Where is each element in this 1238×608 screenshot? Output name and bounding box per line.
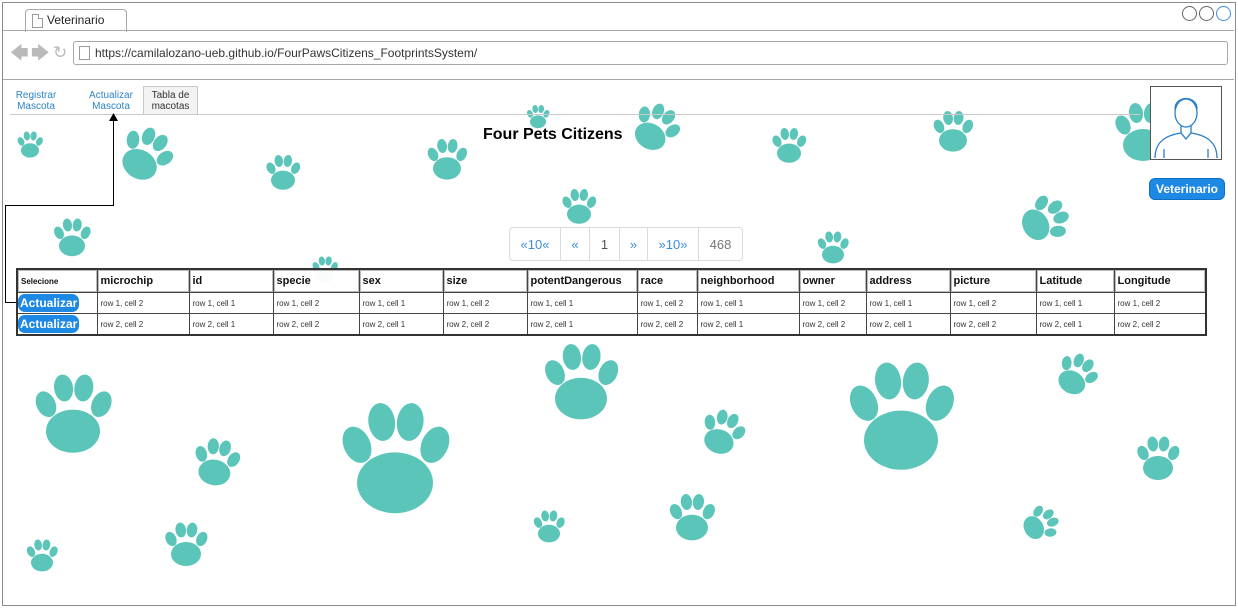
window-close-icon[interactable] [1216,6,1231,21]
connector-line [113,120,114,206]
pets-table: Selecione microchip id specie sex size p… [16,268,1207,336]
connector-line [5,205,6,303]
table-cell: row 2, cell 1 [526,313,638,336]
column-header: potentDangerous [526,268,638,293]
page-title: Four Pets Citizens [483,126,623,143]
table-cell: row 2, cell 1 [865,313,951,336]
connector-arrowhead-icon [109,113,118,121]
tab-tabla-macotas[interactable]: Tabla de macotas [143,86,198,114]
column-header: Selecione [16,268,98,293]
forward-arrow-icon[interactable]: 🡆 [31,44,50,62]
table-cell: row 2, cell 2 [636,313,698,336]
tab-actualizar-mascota[interactable]: Actualizar Mascota [85,90,137,114]
tabs-divider [10,114,1140,115]
tab-label-line2: macotas [151,101,190,112]
column-header: id [188,268,274,293]
action-cell: Actualizar [16,313,98,336]
avatar [1150,86,1222,160]
table-cell: row 1, cell 2 [272,292,360,314]
column-header: owner [798,268,867,293]
user-role-button[interactable]: Veterinario [1149,178,1225,200]
table-cell: row 1, cell 2 [96,292,190,314]
table-cell: row 1, cell 1 [696,292,800,314]
browser-tab-title: Veterinario [47,13,105,27]
user-avatar-icon [1154,97,1218,159]
page-icon [79,46,90,60]
column-header: microchip [96,268,190,293]
table-cell: row 1, cell 2 [1113,292,1207,314]
column-header: race [636,268,698,293]
url-text: https://camilalozano-ueb.github.io/FourP… [95,46,478,60]
page-prev-button[interactable]: « [561,228,590,260]
connector-line [5,205,114,206]
column-header: specie [272,268,360,293]
table-cell: row 1, cell 2 [442,292,528,314]
tab-registrar-mascota[interactable]: Registrar Mascota [12,90,60,114]
page-next-button[interactable]: » [620,228,648,260]
table-cell: row 2, cell 2 [798,313,867,336]
table-cell: row 2, cell 2 [272,313,360,336]
pagination: «10« « 1 » »10» 468 [509,227,743,261]
table-cell: row 2, cell 2 [96,313,190,336]
table-cell: row 1, cell 2 [949,292,1037,314]
browser-tab[interactable]: Veterinario [25,9,127,32]
page-forward-10-button[interactable]: »10» [648,228,699,260]
table-cell: row 1, cell 1 [188,292,274,314]
tab-label-line1: Actualizar [89,90,133,101]
page-icon [32,14,43,28]
table-cell: row 2, cell 1 [696,313,800,336]
reload-icon[interactable]: ↻ [53,44,67,62]
column-header: neighborhood [696,268,800,293]
tab-label-line2: Mascota [17,101,55,112]
tab-label-line2: Mascota [92,101,130,112]
table-cell: row 2, cell 1 [188,313,274,336]
page-current[interactable]: 1 [590,228,620,260]
table-cell: row 2, cell 2 [949,313,1037,336]
table-cell: row 2, cell 1 [358,313,444,336]
table-row: Actualizar row 2, cell 2 row 2, cell 1 r… [16,313,1207,336]
column-header: size [442,268,528,293]
column-header: Longitude [1113,268,1207,293]
table-cell: row 1, cell 1 [865,292,951,314]
toolbar-divider [3,79,1234,80]
table-row: Actualizar row 1, cell 2 row 1, cell 1 r… [16,292,1207,314]
tab-label-line1: Tabla de [151,90,190,101]
page-back-10-button[interactable]: «10« [510,228,561,260]
actualizar-button[interactable]: Actualizar [18,315,80,333]
table-cell: row 1, cell 1 [526,292,638,314]
table-cell: row 2, cell 2 [442,313,528,336]
window-minimize-icon[interactable] [1182,6,1197,21]
column-header: address [865,268,951,293]
action-cell: Actualizar [16,292,98,314]
actualizar-button[interactable]: Actualizar [18,294,80,312]
column-header: sex [358,268,444,293]
table-cell: row 1, cell 2 [636,292,698,314]
table-cell: row 1, cell 1 [1035,292,1115,314]
column-header: picture [949,268,1037,293]
table-cell: row 1, cell 1 [358,292,444,314]
column-header: Latitude [1035,268,1115,293]
table-header-row: Selecione microchip id specie sex size p… [16,268,1207,293]
address-bar[interactable]: https://camilalozano-ueb.github.io/FourP… [73,41,1228,65]
tabbar-divider [3,30,1234,31]
page-last-button[interactable]: 468 [699,228,742,260]
tab-label-line1: Registrar [15,90,57,101]
table-cell: row 1, cell 2 [798,292,867,314]
table-cell: row 2, cell 1 [1035,313,1115,336]
window-maximize-icon[interactable] [1199,6,1214,21]
back-arrow-icon[interactable]: 🡄 [10,44,29,62]
table-cell: row 2, cell 2 [1113,313,1207,336]
